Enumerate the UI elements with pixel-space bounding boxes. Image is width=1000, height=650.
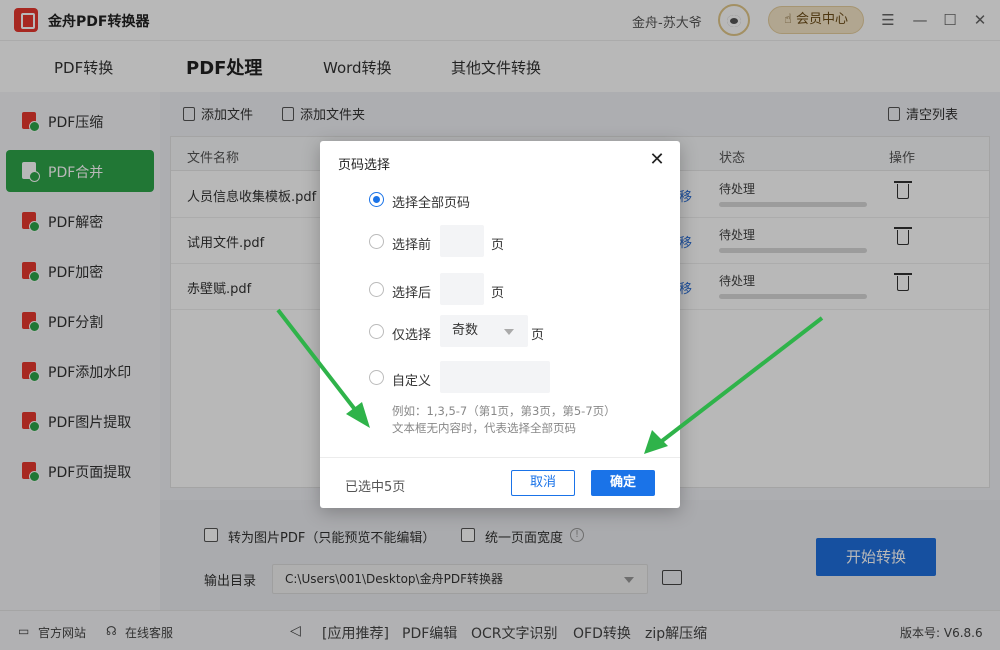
first-n-input[interactable] [440,225,484,257]
cancel-button[interactable]: 取消 [511,470,575,496]
radio-only[interactable] [369,324,384,339]
page-select-dialog: 页码选择 ✕ 选择全部页码 选择前 页 选择后 页 仅选择 奇数 页 自定义 例… [320,141,680,508]
hint-example: 例如：1,3,5-7（第1页，第3页，第5-7页） [392,404,616,418]
ok-button[interactable]: 确定 [591,470,655,496]
page-unit-label: 页 [531,328,545,343]
custom-label: 自定义 [392,374,432,389]
only-label: 仅选择 [392,328,432,343]
hint-empty: 文本框无内容时，代表选择全部页码 [392,421,576,435]
radio-custom[interactable] [369,370,384,385]
radio-all-pages[interactable] [369,192,384,207]
last-n-input[interactable] [440,273,484,305]
chevron-down-icon[interactable] [504,329,514,335]
dialog-footer: 已选中5页 取消 确定 [320,457,680,508]
page-unit-label: 页 [491,238,505,253]
dialog-title: 页码选择 [338,158,391,173]
radio-last-n[interactable] [369,282,384,297]
all-pages-label: 选择全部页码 [392,196,471,211]
close-icon[interactable]: ✕ [648,151,666,169]
page-unit-label: 页 [491,286,505,301]
selected-count: 已选中5页 [345,480,406,495]
custom-pages-input[interactable] [440,361,550,393]
only-select[interactable]: 奇数 [440,315,528,347]
only-select-value: 奇数 [452,323,479,338]
last-n-label: 选择后 [392,286,432,301]
radio-first-n[interactable] [369,234,384,249]
first-n-label: 选择前 [392,238,432,253]
